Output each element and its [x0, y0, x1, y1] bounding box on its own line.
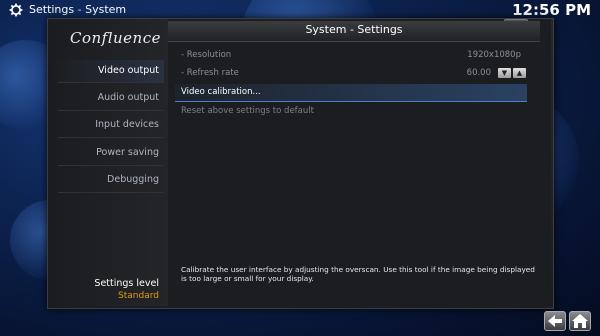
breadcrumb-page: System — [85, 3, 127, 16]
sidebar-item-label: Input devices — [95, 119, 159, 130]
sidebar-item-label: Audio output — [97, 92, 159, 103]
back-button[interactable] — [544, 311, 566, 331]
clock: 12:56 PM — [512, 1, 591, 19]
setting-row-refresh-rate[interactable]: - Refresh rate 60.00 ▼ ▲ — [175, 65, 527, 82]
sidebar-item-video-output[interactable]: Video output — [48, 60, 164, 82]
sidebar-item-power-saving[interactable]: Power saving — [48, 142, 164, 164]
sidebar-item-label: Debugging — [107, 174, 159, 185]
page-title: System - Settings — [305, 23, 403, 36]
sidebar-item-label: Video output — [98, 65, 159, 76]
gear-icon — [9, 3, 23, 17]
back-arrow-icon — [548, 315, 562, 327]
breadcrumb-separator: - — [74, 3, 86, 16]
settings-level-value[interactable]: Standard — [48, 291, 159, 301]
setting-label: Video calibration... — [181, 87, 261, 97]
setting-value: 1920x1080p — [467, 50, 521, 60]
sidebar-divider — [58, 165, 164, 166]
home-icon — [572, 314, 588, 328]
setting-label: - Resolution — [181, 50, 232, 60]
setting-row-resolution[interactable]: - Resolution 1920x1080p — [175, 47, 527, 64]
app-logo: Confluence — [70, 29, 161, 47]
sidebar-divider — [58, 82, 164, 83]
sidebar-item-input-devices[interactable]: Input devices — [48, 114, 164, 136]
sidebar-divider — [58, 137, 164, 138]
home-button[interactable] — [569, 311, 591, 331]
top-bar: Settings - System 12:56 PM — [0, 0, 600, 20]
setting-row-reset-defaults[interactable]: Reset above settings to default — [175, 103, 527, 120]
sidebar-item-audio-output[interactable]: Audio output — [48, 87, 164, 109]
sidebar-divider — [58, 110, 164, 111]
sidebar-item-debugging[interactable]: Debugging — [48, 169, 164, 191]
spin-up-button[interactable]: ▲ — [513, 68, 526, 78]
settings-level-label[interactable]: Settings level — [48, 278, 159, 289]
setting-value: 60.00 — [466, 68, 491, 78]
setting-row-video-calibration[interactable]: Video calibration... — [175, 84, 527, 102]
setting-label: Reset above settings to default — [181, 106, 314, 116]
breadcrumb: Settings - System — [29, 3, 126, 16]
setting-description: Calibrate the user interface by adjustin… — [181, 265, 535, 283]
spin-down-button[interactable]: ▼ — [498, 68, 511, 78]
setting-label: - Refresh rate — [181, 68, 239, 78]
sidebar-divider — [58, 192, 164, 193]
sidebar-item-label: Power saving — [96, 147, 159, 158]
breadcrumb-section: Settings — [29, 3, 75, 16]
